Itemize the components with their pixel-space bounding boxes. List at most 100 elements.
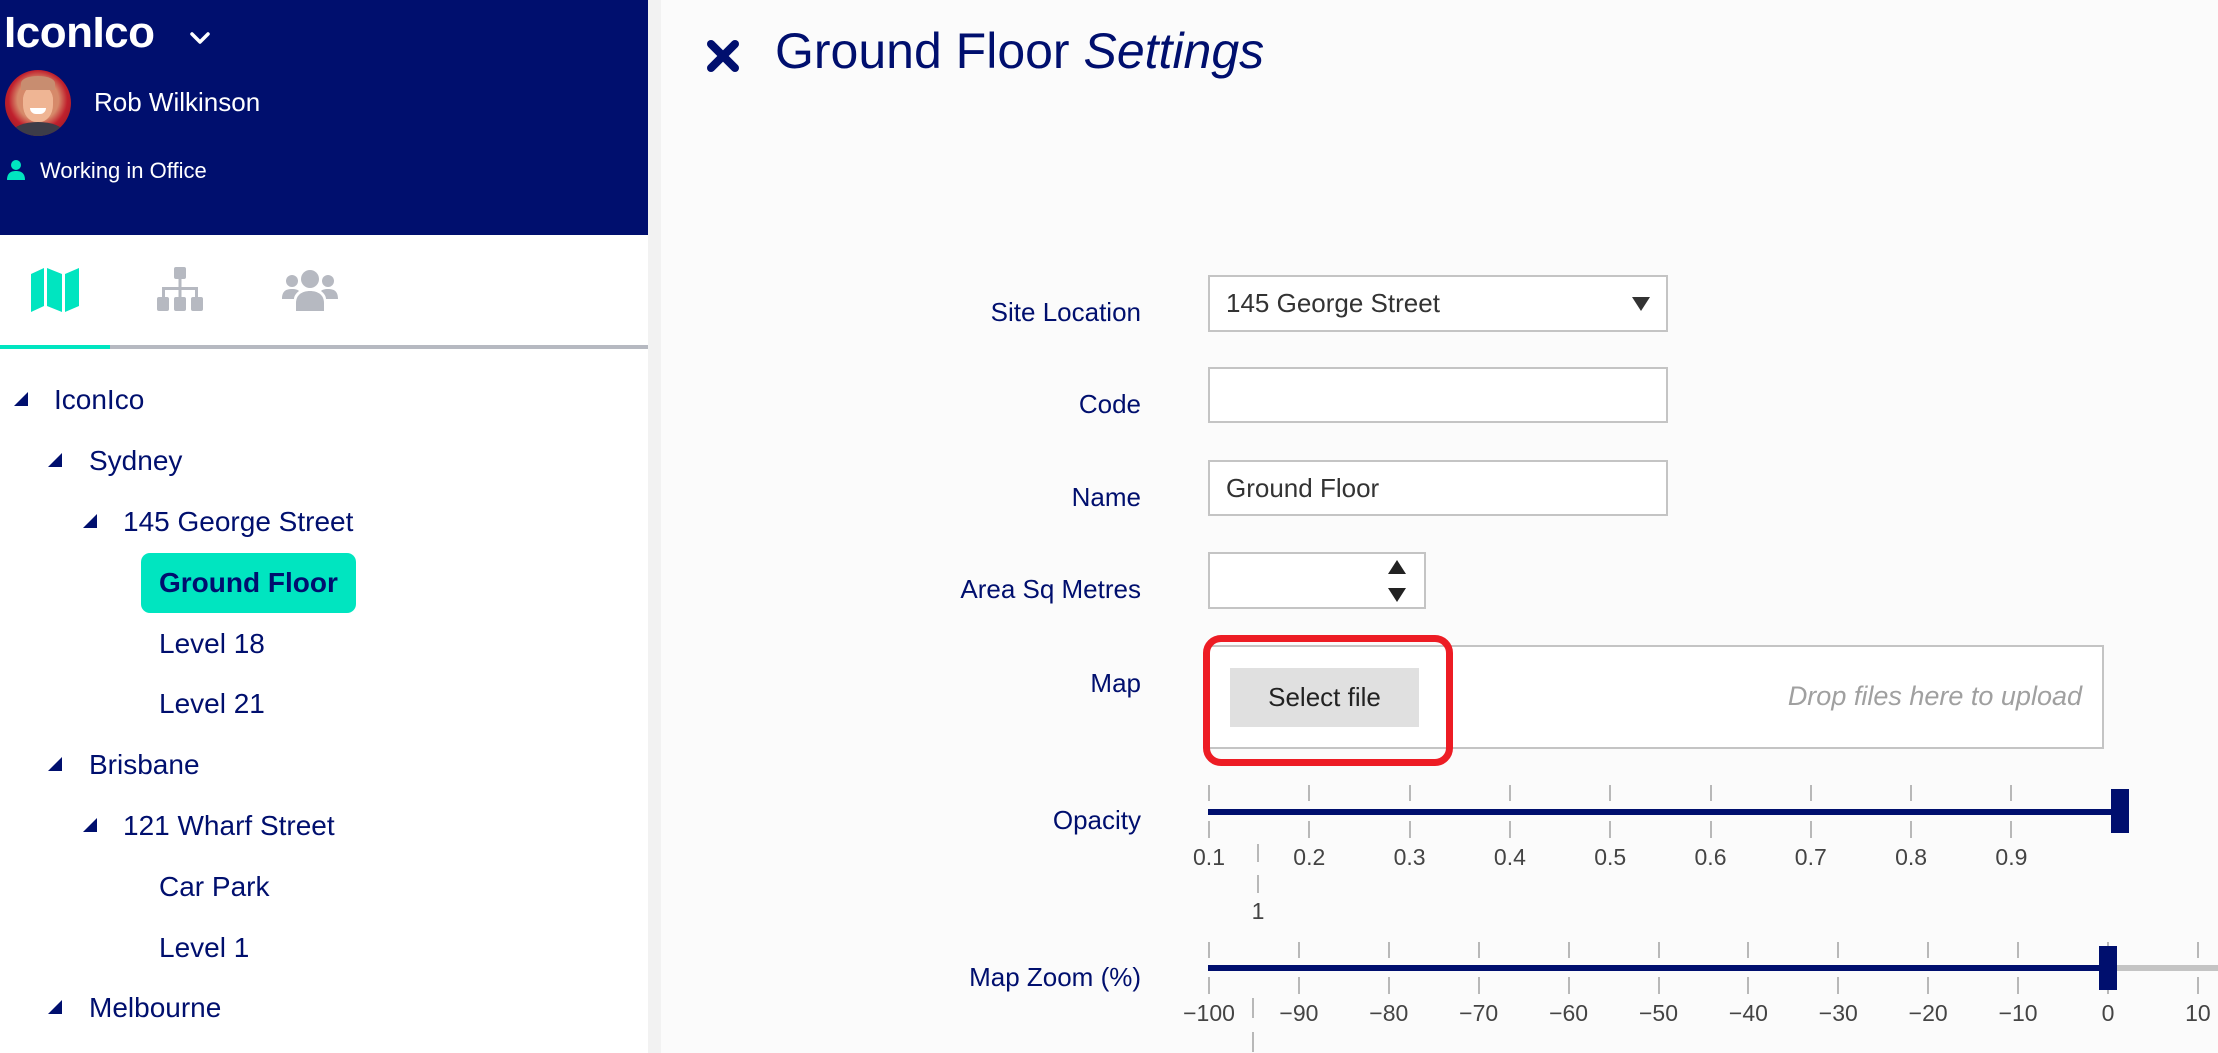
map-zoom-slider[interactable]: −100 −90 −80 −70 −60 −50 −40 −30 −20 −10 0 10: [1183, 930, 2218, 1053]
user-status-icon: [7, 160, 25, 180]
tick-mark: [1252, 1032, 1254, 1052]
tick-mark: [1297, 942, 1300, 958]
tab-map[interactable]: [0, 235, 110, 345]
opacity-slider[interactable]: 0.1 0.2 0.3 0.4 0.5 0.6 0.7 0.8 0.9 1: [1193, 780, 2129, 930]
site-location-label: Site Location: [990, 297, 1141, 327]
area-sq-metres-input[interactable]: [1208, 552, 1426, 609]
tick-mark: [1709, 821, 1712, 838]
tick-mark: [1387, 977, 1390, 994]
name-input[interactable]: Ground Floor: [1208, 460, 1668, 516]
tree-item-iconico[interactable]: IconIco: [54, 380, 144, 420]
sidebar: IconIco Rob Wilkinson Working in Office: [0, 0, 648, 1053]
sidebar-divider[interactable]: [648, 0, 661, 1053]
tree-item-car-park[interactable]: Car Park: [159, 867, 269, 907]
tree-item-level-18[interactable]: Level 18: [159, 624, 265, 664]
tick-label: 0.8: [1895, 844, 1928, 870]
tick-label: 1: [1251, 898, 1265, 924]
tab-people[interactable]: [255, 235, 365, 345]
opacity-slider-thumb[interactable]: [2110, 789, 2129, 833]
tick-label: 10: [2185, 1000, 2211, 1026]
tick-mark: [1657, 977, 1660, 994]
tick-mark: [1208, 821, 1210, 838]
site-location-select[interactable]: 145 George Street: [1208, 275, 1668, 332]
tick-mark: [2017, 977, 2020, 994]
tick-mark: [1208, 977, 1210, 994]
tick-mark: [1308, 785, 1311, 801]
tick-mark: [1709, 785, 1712, 801]
tick-mark: [1837, 977, 1840, 994]
spin-up-icon[interactable]: [1388, 560, 1406, 574]
tick-mark: [1208, 942, 1210, 958]
map-icon: [31, 268, 79, 312]
tick-mark: [1910, 785, 1913, 801]
tick-mark: [1567, 977, 1570, 994]
chevron-down-icon[interactable]: [188, 28, 212, 48]
number-spinner[interactable]: [1388, 560, 1406, 602]
tick-mark: [1910, 821, 1913, 838]
tick-mark: [2010, 821, 2013, 838]
tick-mark: [1927, 942, 1930, 958]
user-status[interactable]: Working in Office: [40, 158, 207, 184]
tree-item-level-21[interactable]: Level 21: [159, 684, 265, 724]
expand-toggle-icon[interactable]: [14, 392, 28, 406]
expand-toggle-icon[interactable]: [83, 514, 97, 528]
tick-mark: [1408, 821, 1411, 838]
tree-item-ground-floor[interactable]: Ground Floor: [141, 553, 356, 613]
tick-mark: [1387, 942, 1390, 958]
tree-item-brisbane[interactable]: Brisbane: [89, 745, 200, 785]
tree-item-level-1[interactable]: Level 1: [159, 928, 249, 968]
tab-hierarchy[interactable]: [125, 235, 235, 345]
tick-mark: [1747, 942, 1750, 958]
code-label: Code: [1078, 389, 1141, 419]
area-label: Area Sq Metres: [960, 574, 1141, 604]
expand-toggle-icon[interactable]: [48, 453, 62, 467]
tick-label: 0.6: [1694, 844, 1727, 870]
opacity-label: Opacity: [1052, 805, 1141, 835]
tick-mark: [1657, 942, 1660, 958]
sidebar-header: IconIco Rob Wilkinson Working in Office: [0, 0, 648, 235]
tick-mark: [1208, 785, 1210, 801]
tree-item-121-wharf-street[interactable]: 121 Wharf Street: [123, 806, 335, 846]
tick-mark: [2196, 942, 2199, 958]
active-tab-indicator: [0, 345, 110, 349]
dropdown-caret-icon: [1632, 297, 1650, 311]
map-zoom-label: Map Zoom (%): [969, 962, 1141, 992]
tick-label: −100: [1183, 1000, 1235, 1026]
tick-label: −30: [1818, 1000, 1858, 1026]
tick-label: 0.1: [1193, 844, 1225, 870]
tick-mark: [2010, 785, 2013, 801]
code-input[interactable]: [1208, 367, 1668, 423]
close-icon[interactable]: [703, 36, 743, 76]
slider-track-rest: [2107, 965, 2218, 971]
page-title-suffix: Settings: [1083, 23, 1265, 79]
tree-item-145-george-street[interactable]: 145 George Street: [123, 502, 353, 542]
tick-mark: [1837, 942, 1840, 958]
slider-track-fill: [1208, 809, 2111, 815]
tree-item-melbourne[interactable]: Melbourne: [89, 988, 221, 1028]
expand-toggle-icon[interactable]: [48, 1000, 62, 1014]
tick-mark: [1927, 977, 1930, 994]
tick-mark: [1477, 977, 1480, 994]
select-file-button[interactable]: Select file: [1230, 668, 1419, 727]
page-title-name: Ground Floor: [775, 23, 1070, 79]
expand-toggle-icon[interactable]: [83, 818, 97, 832]
user-name: Rob Wilkinson: [94, 87, 261, 117]
tick-mark: [2017, 942, 2020, 958]
tick-label: 0.4: [1493, 844, 1526, 870]
spin-down-icon[interactable]: [1388, 588, 1406, 602]
tick-mark: [1567, 942, 1570, 958]
avatar[interactable]: [5, 70, 71, 136]
map-zoom-slider-thumb[interactable]: [2099, 946, 2117, 990]
tick-label: −20: [1908, 1000, 1948, 1026]
tick-label: −60: [1549, 1000, 1589, 1026]
org-name[interactable]: IconIco: [4, 8, 155, 58]
tick-label: 0.9: [1995, 844, 2028, 870]
name-label: Name: [1071, 482, 1141, 512]
tick-mark: [1809, 821, 1812, 838]
site-location-value: 145 George Street: [1226, 288, 1440, 318]
tree-item-sydney[interactable]: Sydney: [89, 441, 182, 481]
expand-toggle-icon[interactable]: [48, 757, 62, 771]
tick-label: −50: [1638, 1000, 1679, 1026]
map-label: Map: [1090, 668, 1141, 698]
tick-mark: [1257, 844, 1259, 862]
